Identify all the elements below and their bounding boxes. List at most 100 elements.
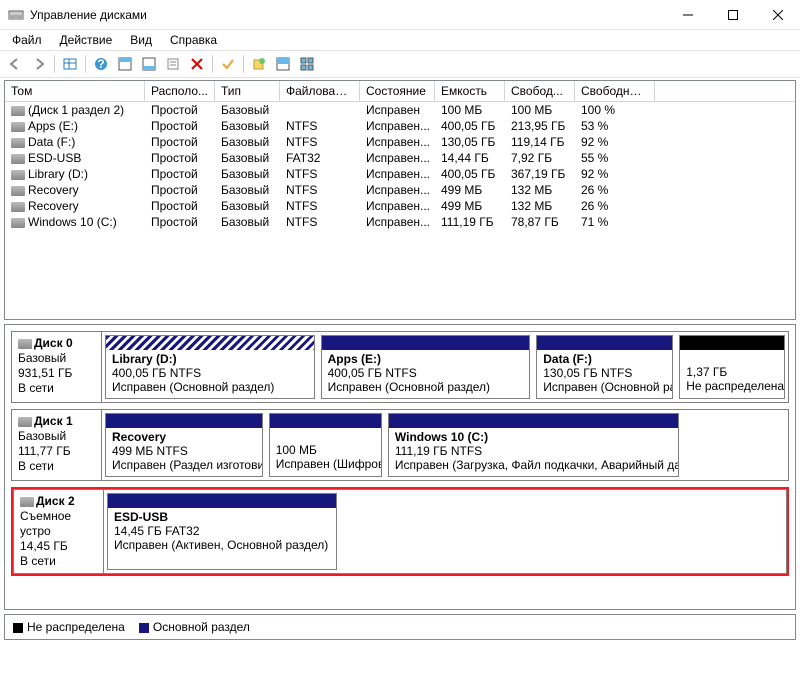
col-emk[interactable]: Емкость — [435, 81, 505, 101]
cell-emk: 499 МБ — [435, 198, 505, 214]
cell-emk: 499 МБ — [435, 182, 505, 198]
cell-sost: Исправен... — [360, 198, 435, 214]
disk-0-partition-apps[interactable]: Apps (E:)400,05 ГБ NTFSИсправен (Основно… — [321, 335, 531, 399]
cell-svobp: 26 % — [575, 198, 655, 214]
table-row[interactable]: ESD-USBПростойБазовыйFAT32Исправен...14,… — [5, 150, 795, 166]
view-large-icon[interactable] — [272, 53, 294, 75]
col-tip[interactable]: Тип — [215, 81, 280, 101]
disk-0-type: Базовый — [18, 351, 66, 365]
delete-icon[interactable] — [186, 53, 208, 75]
cell-tom: Library (D:) — [5, 166, 145, 182]
menu-file[interactable]: Файл — [4, 31, 50, 49]
cell-tip: Базовый — [215, 134, 280, 150]
cell-svobp: 71 % — [575, 214, 655, 230]
cell-tip: Базовый — [215, 182, 280, 198]
cell-tip: Базовый — [215, 198, 280, 214]
disk-0-name: Диск 0 — [34, 336, 73, 350]
menu-action[interactable]: Действие — [52, 31, 121, 49]
partition-bar — [537, 336, 672, 350]
view-small-icon[interactable] — [296, 53, 318, 75]
table-row[interactable]: RecoveryПростойБазовыйNTFSИсправен...499… — [5, 182, 795, 198]
cell-fs: NTFS — [280, 166, 360, 182]
cell-tip: Базовый — [215, 102, 280, 118]
disk-1-size: 111,77 ГБ — [18, 444, 71, 458]
disk-1-row[interactable]: Диск 1 Базовый 111,77 ГБ В сети Recovery… — [11, 409, 789, 481]
panel-bottom-icon[interactable] — [138, 53, 160, 75]
disk-2-partition-esdusb[interactable]: ESD-USB14,45 ГБ FAT32Исправен (Активен, … — [107, 493, 337, 570]
table-row[interactable]: Data (F:)ПростойБазовыйNTFSИсправен...13… — [5, 134, 795, 150]
help-icon[interactable]: ? — [90, 53, 112, 75]
partition-text: 1,37 ГБНе распределена — [680, 350, 784, 397]
col-raspl[interactable]: Располо... — [145, 81, 215, 101]
table-row[interactable]: Apps (E:)ПростойБазовыйNTFSИсправен...40… — [5, 118, 795, 134]
cell-raspl: Простой — [145, 102, 215, 118]
col-svob[interactable]: Свобод... — [505, 81, 575, 101]
separator — [54, 55, 55, 73]
cell-tom: ESD-USB — [5, 150, 145, 166]
table-row[interactable]: Windows 10 (C:)ПростойБазовыйNTFSИсправе… — [5, 214, 795, 230]
disk-2-row[interactable]: Диск 2 Съемное устро 14,45 ГБ В сети ESD… — [13, 489, 787, 574]
disk-1-partition-recovery[interactable]: Recovery499 МБ NTFSИсправен (Раздел изго… — [105, 413, 263, 477]
minimize-button[interactable] — [665, 0, 710, 30]
new-icon[interactable] — [248, 53, 270, 75]
separator — [212, 55, 213, 73]
col-tom[interactable]: Том — [5, 81, 145, 101]
cell-svob: 100 МБ — [505, 102, 575, 118]
cell-raspl: Простой — [145, 198, 215, 214]
table-row[interactable]: RecoveryПростойБазовыйNTFSИсправен...499… — [5, 198, 795, 214]
titlebar: Управление дисками — [0, 0, 800, 30]
table-row[interactable]: Library (D:)ПростойБазовыйNTFSИсправен..… — [5, 166, 795, 182]
col-sost[interactable]: Состояние — [360, 81, 435, 101]
cell-svob: 119,14 ГБ — [505, 134, 575, 150]
cell-svobp: 55 % — [575, 150, 655, 166]
partition-text: Recovery499 МБ NTFSИсправен (Раздел изго… — [106, 428, 262, 476]
disk-1-partition-efi[interactable]: 100 МБИсправен (Шифров — [269, 413, 382, 477]
menu-view[interactable]: Вид — [122, 31, 160, 49]
disk-0-unallocated[interactable]: 1,37 ГБНе распределена — [679, 335, 785, 399]
col-fs[interactable]: Файловая с... — [280, 81, 360, 101]
disk-0-partition-data[interactable]: Data (F:)130,05 ГБ NTFSИсправен (Основно… — [536, 335, 673, 399]
cell-sost: Исправен... — [360, 150, 435, 166]
volume-icon — [11, 186, 25, 196]
cell-tom: (Диск 1 раздел 2) — [5, 102, 145, 118]
disk-2-size: 14,45 ГБ — [20, 539, 68, 553]
disk-1-name: Диск 1 — [34, 414, 73, 428]
cell-raspl: Простой — [145, 150, 215, 166]
disk-0-partition-library[interactable]: Library (D:)400,05 ГБ NTFSИсправен (Осно… — [105, 335, 315, 399]
properties-icon[interactable] — [162, 53, 184, 75]
disk-1-status: В сети — [18, 459, 54, 473]
cell-emk: 400,05 ГБ — [435, 166, 505, 182]
back-button[interactable] — [4, 53, 26, 75]
legend-unallocated: Не распределена — [13, 620, 125, 634]
check-icon[interactable] — [217, 53, 239, 75]
cell-sost: Исправен... — [360, 214, 435, 230]
disk-icon — [20, 497, 34, 507]
cell-raspl: Простой — [145, 118, 215, 134]
cell-tom: Windows 10 (C:) — [5, 214, 145, 230]
volume-icon — [11, 170, 25, 180]
cell-svob: 213,95 ГБ — [505, 118, 575, 134]
menu-help[interactable]: Справка — [162, 31, 225, 49]
disk-1-partition-windows[interactable]: Windows 10 (C:)111,19 ГБ NTFSИсправен (З… — [388, 413, 679, 477]
volume-list[interactable]: Том Располо... Тип Файловая с... Состоян… — [4, 80, 796, 320]
forward-button[interactable] — [28, 53, 50, 75]
col-svobp[interactable]: Свободно % — [575, 81, 655, 101]
partition-bar — [270, 414, 381, 428]
cell-fs: FAT32 — [280, 150, 360, 166]
cell-svob: 132 МБ — [505, 198, 575, 214]
close-button[interactable] — [755, 0, 800, 30]
window-title: Управление дисками — [30, 8, 665, 22]
cell-emk: 130,05 ГБ — [435, 134, 505, 150]
view-list-icon[interactable] — [59, 53, 81, 75]
disk-0-row[interactable]: Диск 0 Базовый 931,51 ГБ В сети Library … — [11, 331, 789, 403]
cell-fs: NTFS — [280, 118, 360, 134]
disk-2-info: Диск 2 Съемное устро 14,45 ГБ В сети — [14, 490, 104, 573]
partition-bar — [322, 336, 530, 350]
cell-sost: Исправен... — [360, 118, 435, 134]
disk-1-type: Базовый — [18, 429, 66, 443]
maximize-button[interactable] — [710, 0, 755, 30]
panel-top-icon[interactable] — [114, 53, 136, 75]
cell-svob: 367,19 ГБ — [505, 166, 575, 182]
disk-0-status: В сети — [18, 381, 54, 395]
table-row[interactable]: (Диск 1 раздел 2)ПростойБазовыйИсправен1… — [5, 102, 795, 118]
